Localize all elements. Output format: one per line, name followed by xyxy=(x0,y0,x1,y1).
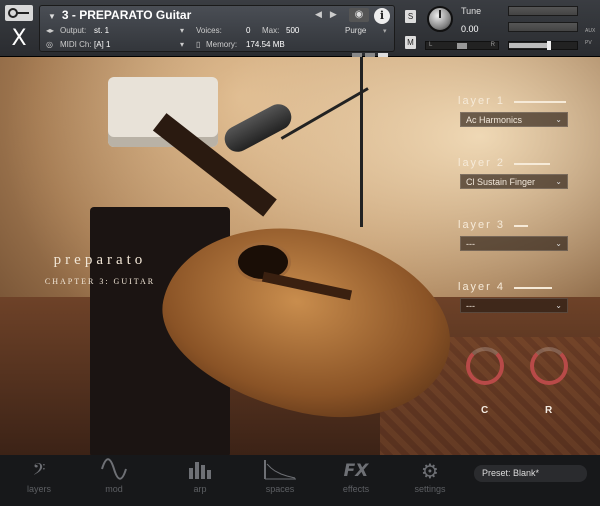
mic-arm xyxy=(280,87,369,140)
layer-4: layer 4 --- ⌄ xyxy=(458,281,570,313)
brand-logo: preparato CHAPTER 3: GUITAR xyxy=(30,252,170,286)
collapse-triangle-icon[interactable]: ▼ xyxy=(48,12,56,21)
layer-select-value: --- xyxy=(466,301,475,311)
voices-value: 0 xyxy=(246,26,251,35)
r-knob[interactable] xyxy=(530,347,568,385)
mute-button[interactable]: M xyxy=(405,36,416,49)
nav-arp[interactable]: arp xyxy=(172,458,228,494)
layer-select[interactable]: Cl Sustain Finger ⌄ xyxy=(460,174,568,189)
max-voices-value[interactable]: 500 xyxy=(286,26,299,35)
layer-select-value: Cl Sustain Finger xyxy=(466,177,536,187)
instrument-name: 3 - PREPARATO Guitar xyxy=(61,8,192,22)
c-knob-label: C xyxy=(481,405,489,416)
preset-selector[interactable]: Preset: Blank* xyxy=(474,465,587,482)
mic-stand xyxy=(360,57,363,227)
max-label: Max: xyxy=(262,26,280,35)
c-knob[interactable] xyxy=(466,347,504,385)
memory-value: 174.54 MB xyxy=(246,40,285,49)
layer-2: layer 2 Cl Sustain Finger ⌄ xyxy=(458,157,570,189)
memory-label: Memory: xyxy=(206,40,238,49)
chevron-down-icon: ⌄ xyxy=(555,115,562,124)
nav-layers[interactable]: 𝄢 layers xyxy=(11,458,67,494)
pan-right-label: R xyxy=(490,42,495,48)
gears-icon: ⚙ xyxy=(421,459,439,483)
close-instrument-button[interactable]: X xyxy=(8,27,30,51)
r-knob-label: R xyxy=(545,405,553,416)
instrument-header: X ▼ 3 - PREPARATO Guitar ◀ ▶ ◉ i ◂▸ Output… xyxy=(0,0,600,57)
nav-settings[interactable]: ⚙ settings xyxy=(402,458,458,494)
brand-name: preparato xyxy=(53,252,147,268)
fx-icon: FX xyxy=(343,461,369,481)
nav-effects[interactable]: FX effects xyxy=(328,458,384,494)
camera-icon[interactable]: ◉ xyxy=(349,8,369,22)
prev-instrument-icon[interactable]: ◀ xyxy=(315,9,322,19)
pan-slider[interactable]: L R xyxy=(425,41,499,50)
level-meters xyxy=(508,6,578,38)
tune-knob[interactable] xyxy=(427,6,453,32)
instrument-background: preparato CHAPTER 3: GUITAR layer 1 Ac H… xyxy=(0,57,600,455)
nav-mod[interactable]: mod xyxy=(86,458,142,494)
nav-label: layers xyxy=(26,484,51,494)
nav-label: settings xyxy=(414,484,446,494)
layer-volume-bar[interactable] xyxy=(514,225,528,227)
tune-label: Tune xyxy=(461,6,482,16)
midi-label: MIDI Ch: xyxy=(60,40,92,49)
spectrum-icon xyxy=(252,458,308,484)
output-value[interactable]: st. 1 xyxy=(94,26,109,35)
nav-label: mod xyxy=(105,484,123,494)
output-dropdown-icon[interactable]: ▾ xyxy=(180,26,184,35)
layer-volume-bar[interactable] xyxy=(514,101,566,103)
voices-label: Voices: xyxy=(196,26,222,35)
info-icon[interactable]: i xyxy=(374,8,390,24)
solo-button[interactable]: S xyxy=(405,10,416,23)
layer-select-value: --- xyxy=(466,239,475,249)
brand-subtitle: CHAPTER 3: GUITAR xyxy=(44,277,156,286)
pan-left-label: L xyxy=(429,42,433,48)
layer-select[interactable]: Ac Harmonics ⌄ xyxy=(460,112,568,127)
instrument-nav-arrows: ◀ ▶ xyxy=(315,9,345,20)
volume-slider[interactable] xyxy=(508,41,578,50)
instrument-title[interactable]: ▼ 3 - PREPARATO Guitar xyxy=(48,8,191,22)
chevron-down-icon: ⌄ xyxy=(555,301,562,310)
microphone xyxy=(220,99,296,157)
nav-label: effects xyxy=(342,484,370,494)
pan-handle[interactable] xyxy=(457,43,467,49)
output-label: Output: xyxy=(60,26,87,35)
nav-spaces[interactable]: spaces xyxy=(252,458,308,494)
pv-label[interactable]: PV xyxy=(585,40,592,46)
layer-volume-bar[interactable] xyxy=(514,163,550,165)
nav-label: spaces xyxy=(265,484,295,494)
aux-label[interactable]: AUX xyxy=(585,28,595,34)
layer-volume-bar[interactable] xyxy=(514,287,552,289)
sine-wave-icon xyxy=(86,458,142,484)
layer-select[interactable]: --- ⌄ xyxy=(460,236,568,251)
bass-clef-icon: 𝄢 xyxy=(32,459,46,483)
tune-value: 0.00 xyxy=(461,24,479,34)
layer-select[interactable]: --- ⌄ xyxy=(460,298,568,313)
bars-icon xyxy=(172,458,228,484)
midi-icon: ◎ xyxy=(46,40,53,49)
volume-handle[interactable] xyxy=(547,41,551,50)
midi-channel-value[interactable]: [A] 1 xyxy=(94,40,110,49)
chevron-down-icon: ⌄ xyxy=(555,239,562,248)
purge-dropdown-icon[interactable]: ▾ xyxy=(383,27,387,35)
purge-button[interactable]: Purge xyxy=(345,26,366,35)
bottom-nav: 𝄢 layers mod arp spaces FX effects ⚙ set… xyxy=(0,455,600,506)
wrench-icon[interactable] xyxy=(5,5,33,21)
instrument-info-panel: ▼ 3 - PREPARATO Guitar ◀ ▶ ◉ i ◂▸ Output: … xyxy=(39,5,395,57)
output-icon: ◂▸ xyxy=(46,26,55,35)
next-instrument-icon[interactable]: ▶ xyxy=(330,9,337,19)
midi-dropdown-icon[interactable]: ▾ xyxy=(180,40,184,49)
chevron-down-icon: ⌄ xyxy=(555,177,562,186)
layer-3: layer 3 --- ⌄ xyxy=(458,219,570,251)
nav-label: arp xyxy=(193,484,207,494)
memory-icon: ▯ xyxy=(196,40,201,49)
layer-select-value: Ac Harmonics xyxy=(466,115,523,125)
layer-1: layer 1 Ac Harmonics ⌄ xyxy=(458,95,570,127)
